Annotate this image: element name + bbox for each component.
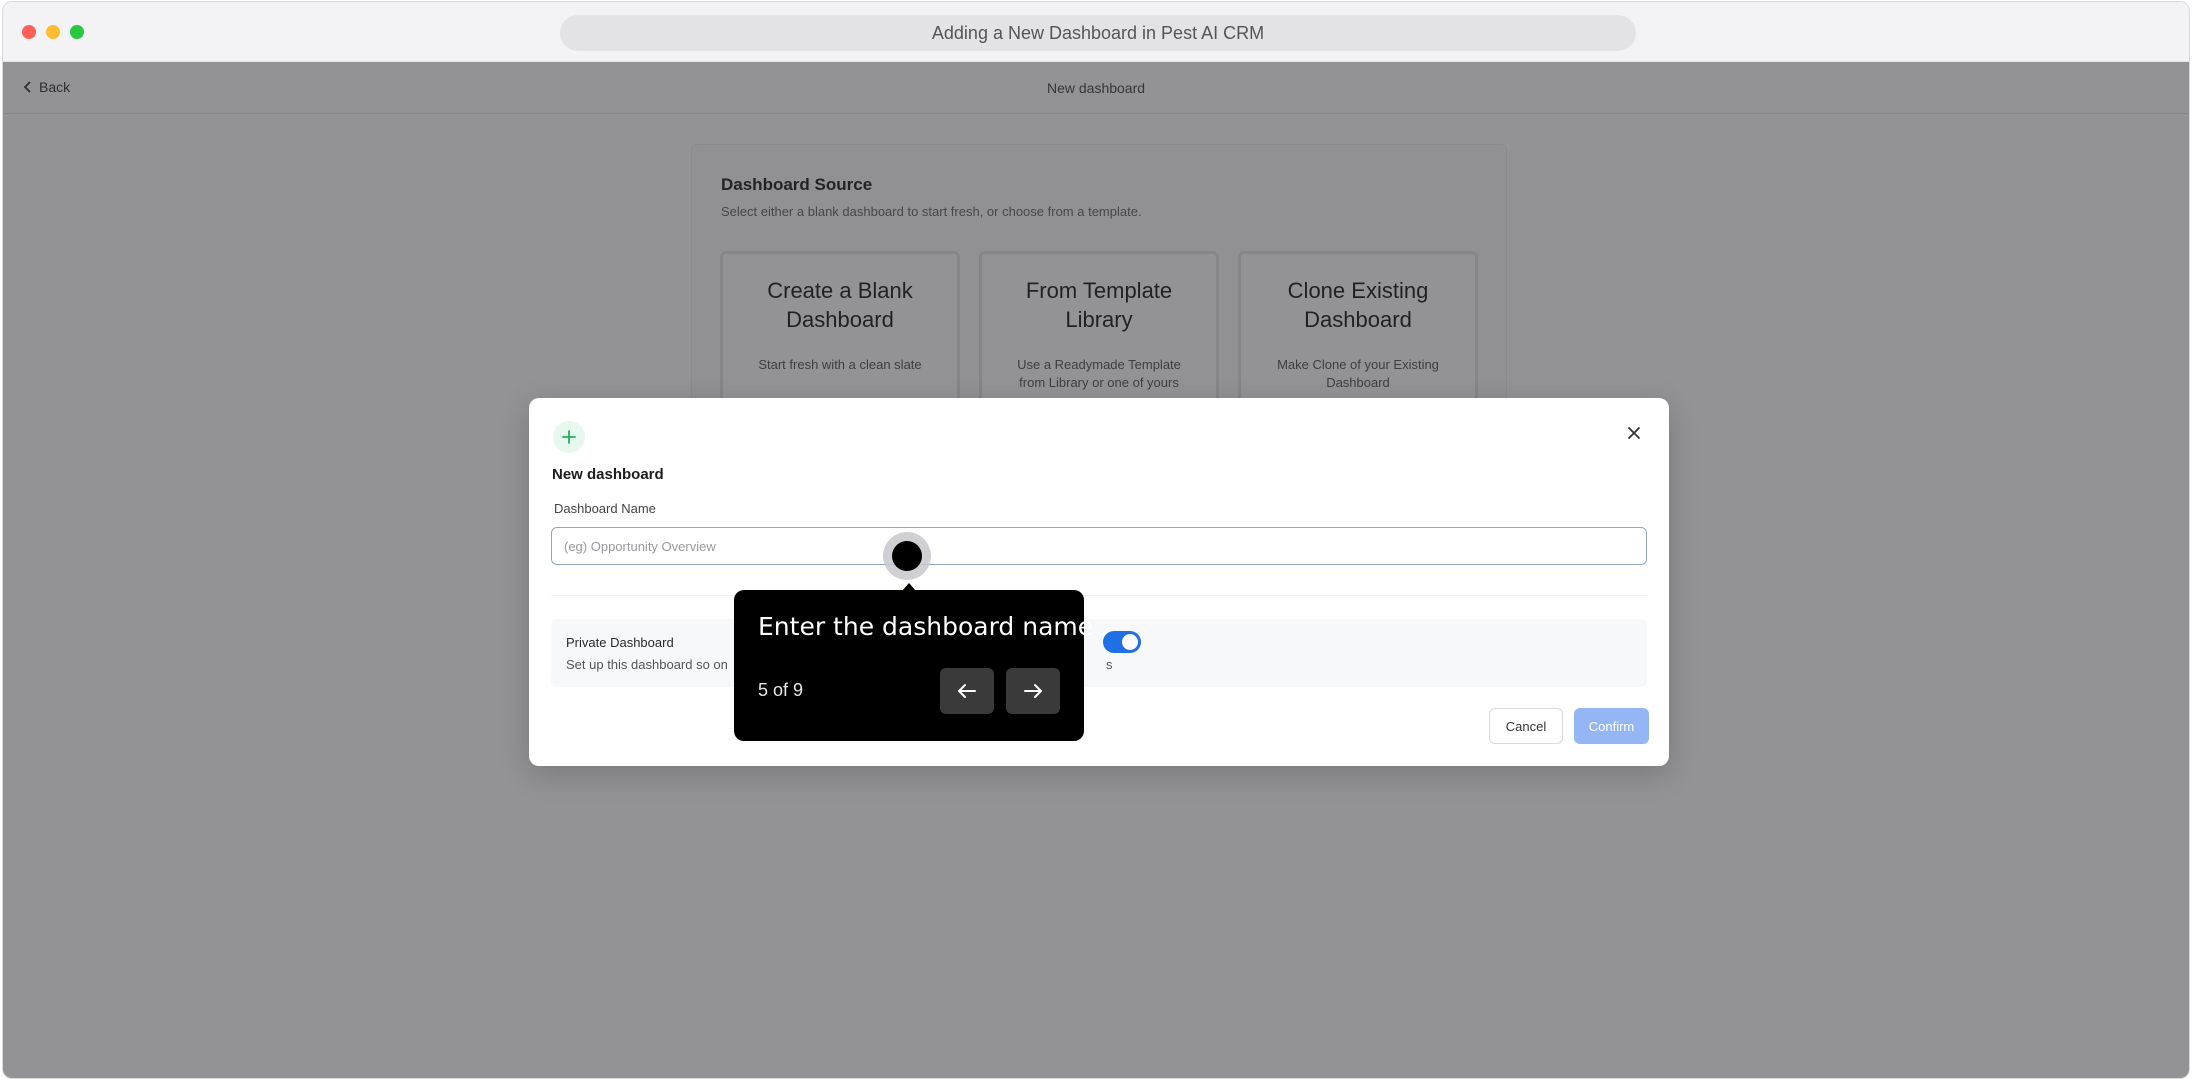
- private-dashboard-toggle[interactable]: [1103, 631, 1141, 653]
- title-bar: Adding a New Dashboard in Pest AI CRM: [3, 2, 2189, 62]
- tooltip-arrow: [902, 583, 916, 591]
- close-window-button[interactable]: [22, 25, 36, 39]
- private-description-end: s: [1106, 657, 1113, 672]
- private-dashboard-section: Private Dashboard Set up this dashboard …: [551, 619, 1647, 687]
- tour-prev-button[interactable]: [940, 668, 994, 714]
- arrow-left-icon: [958, 684, 976, 698]
- confirm-button[interactable]: Confirm: [1574, 708, 1649, 744]
- tour-step-counter: 5 of 9: [758, 680, 804, 700]
- click-indicator: [883, 532, 931, 580]
- toggle-knob: [1122, 634, 1138, 650]
- private-description-start: Set up this dashboard so on: [566, 657, 728, 672]
- modal-title: New dashboard: [552, 466, 664, 483]
- browser-window: Adding a New Dashboard in Pest AI CRM Ba…: [2, 1, 2190, 1079]
- new-dashboard-modal: New dashboard Dashboard Name Private Das…: [529, 398, 1669, 766]
- click-indicator-center: [892, 541, 922, 571]
- minimize-window-button[interactable]: [46, 25, 60, 39]
- dashboard-name-input[interactable]: [551, 527, 1647, 565]
- divider: [551, 595, 1647, 596]
- dashboard-name-label: Dashboard Name: [554, 501, 656, 516]
- tour-tooltip: Enter the dashboard name 5 of 9: [734, 583, 1093, 741]
- window-title: Adding a New Dashboard in Pest AI CRM: [560, 15, 1636, 51]
- private-dashboard-description: Set up this dashboard so on s: [566, 657, 1113, 672]
- tour-next-button[interactable]: [1006, 668, 1060, 714]
- maximize-window-button[interactable]: [70, 25, 84, 39]
- close-icon[interactable]: [1625, 424, 1643, 442]
- private-dashboard-title: Private Dashboard: [566, 635, 674, 650]
- cancel-button[interactable]: Cancel: [1489, 708, 1563, 744]
- plus-icon: [553, 421, 585, 453]
- arrow-right-icon: [1024, 684, 1042, 698]
- tour-step-text: Enter the dashboard name: [758, 612, 1094, 641]
